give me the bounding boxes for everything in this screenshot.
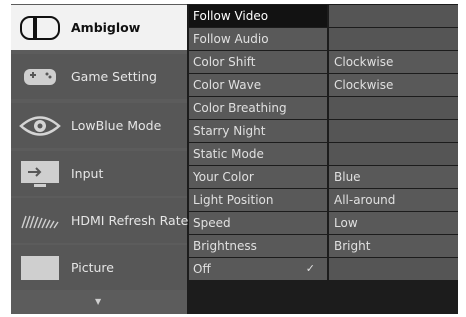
submenu: Follow Video Follow Audio Color Shift Co… <box>189 4 327 314</box>
submenu-item-follow-video[interactable]: Follow Video <box>189 5 327 28</box>
submenu-item-color-wave[interactable]: Color Wave <box>189 74 327 97</box>
input-icon <box>17 157 63 190</box>
eye-icon <box>17 109 63 142</box>
value-light-position[interactable]: All-around <box>329 189 458 212</box>
value-column: Clockwise Clockwise Blue All-around Low … <box>329 4 458 314</box>
menu-item-label: HDMI Refresh Rate <box>71 213 189 228</box>
refresh-rate-icon <box>17 204 63 237</box>
value-cell <box>329 5 458 28</box>
submenu-item-light-position[interactable]: Light Position <box>189 189 327 212</box>
value-speed[interactable]: Low <box>329 212 458 235</box>
submenu-item-static-mode[interactable]: Static Mode <box>189 143 327 166</box>
value-color-wave[interactable]: Clockwise <box>329 74 458 97</box>
menu-item-label: Game Setting <box>71 69 157 84</box>
menu-item-picture[interactable]: Picture <box>11 245 187 290</box>
submenu-item-speed[interactable]: Speed <box>189 212 327 235</box>
value-cell <box>329 143 458 166</box>
menu-item-label: Picture <box>71 260 114 275</box>
value-brightness[interactable]: Bright <box>329 235 458 258</box>
ambiglow-icon <box>17 11 63 44</box>
value-color-shift[interactable]: Clockwise <box>329 51 458 74</box>
osd-menu: Ambiglow Game Setting LowBlue Mode Input… <box>11 4 458 314</box>
value-cell <box>329 97 458 120</box>
picture-icon <box>17 251 63 284</box>
menu-item-game-setting[interactable]: Game Setting <box>11 54 187 99</box>
submenu-item-label: Off <box>193 262 211 276</box>
menu-item-label: Input <box>71 166 104 181</box>
submenu-item-follow-audio[interactable]: Follow Audio <box>189 28 327 51</box>
submenu-item-starry-night[interactable]: Starry Night <box>189 120 327 143</box>
menu-item-hdmi-refresh-rate[interactable]: HDMI Refresh Rate <box>11 198 189 243</box>
menu-item-label: Ambiglow <box>71 20 141 35</box>
main-menu: Ambiglow Game Setting LowBlue Mode Input… <box>11 4 189 314</box>
value-cell <box>329 28 458 51</box>
menu-item-lowblue-mode[interactable]: LowBlue Mode <box>11 103 187 148</box>
value-your-color[interactable]: Blue <box>329 166 458 189</box>
menu-item-label: LowBlue Mode <box>71 118 162 133</box>
submenu-item-off[interactable]: Off ✓ <box>189 258 327 281</box>
submenu-item-your-color[interactable]: Your Color <box>189 166 327 189</box>
scroll-down-icon[interactable]: ▼ <box>95 297 101 306</box>
gamepad-icon <box>17 60 63 93</box>
checkmark-icon: ✓ <box>305 262 315 275</box>
submenu-item-color-shift[interactable]: Color Shift <box>189 51 327 74</box>
value-cell <box>329 120 458 143</box>
value-cell <box>329 258 458 281</box>
submenu-item-brightness[interactable]: Brightness <box>189 235 327 258</box>
menu-item-input[interactable]: Input <box>11 151 187 196</box>
menu-item-ambiglow[interactable]: Ambiglow <box>11 5 187 50</box>
submenu-item-color-breathing[interactable]: Color Breathing <box>189 97 327 120</box>
